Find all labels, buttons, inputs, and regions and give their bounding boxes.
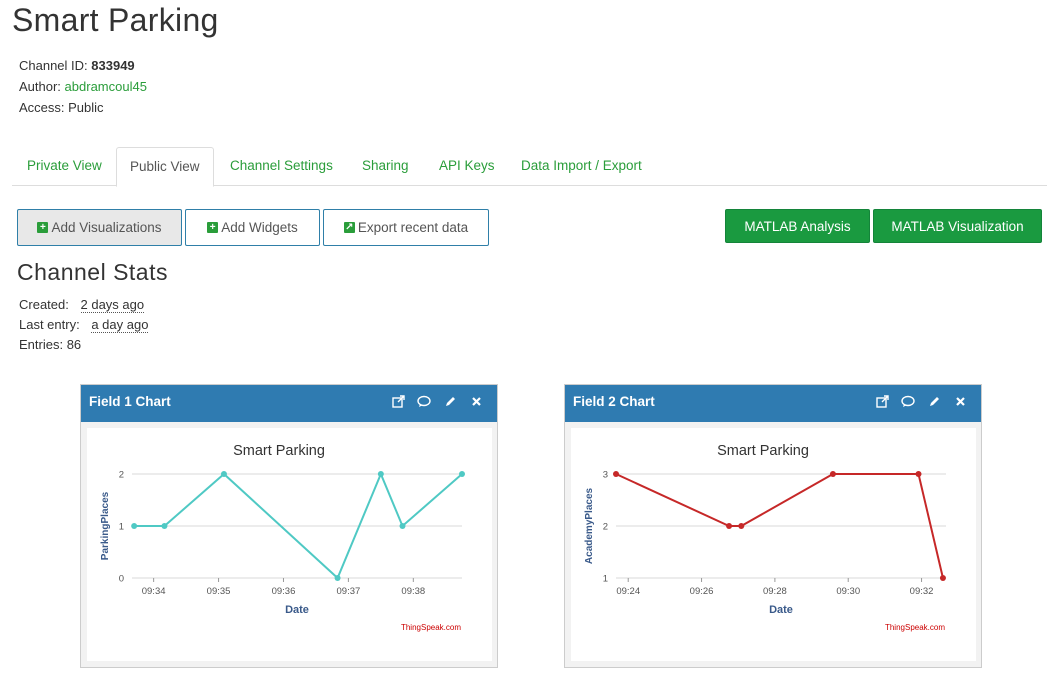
- tab-private-view[interactable]: Private View: [27, 147, 102, 186]
- x-tick-label: 09:38: [401, 586, 425, 597]
- tab-data-import-export[interactable]: Data Import / Export: [521, 147, 642, 186]
- created-row: Created: 2 days ago: [19, 295, 148, 315]
- y-tick-label: 2: [603, 522, 608, 533]
- channel-stats: Created: 2 days ago Last entry: a day ag…: [19, 295, 149, 355]
- chart-title: Smart Parking: [717, 443, 809, 459]
- pencil-icon[interactable]: [443, 395, 457, 409]
- tab-sharing[interactable]: Sharing: [362, 147, 409, 186]
- chart-title: Smart Parking: [233, 443, 325, 459]
- add-widgets-label: Add Widgets: [221, 220, 298, 235]
- x-tick-label: 09:36: [272, 586, 296, 597]
- x-axis-label: Date: [769, 604, 793, 616]
- plus-icon: +: [207, 222, 219, 233]
- y-tick-label: 2: [119, 470, 124, 481]
- data-point: [915, 471, 922, 477]
- field-1-chart: Smart Parking 0 1 2 09:34 09:35 09:36 09:37 09:3…: [100, 443, 465, 632]
- chart-area: Smart Parking 1 2 3 09:24 09:26 09:28 09:30 09:3…: [571, 428, 976, 661]
- x-tick-label: 09:37: [337, 586, 361, 597]
- close-icon[interactable]: [953, 395, 967, 409]
- data-point: [829, 471, 836, 477]
- data-point: [726, 523, 733, 529]
- author-label: Author:: [19, 79, 61, 94]
- export-recent-data-label: Export recent data: [357, 220, 469, 235]
- page-title: Smart Parking: [12, 2, 219, 38]
- access-row: Access: Public: [19, 97, 147, 118]
- access-label: Access:: [19, 100, 65, 115]
- y-tick-label: 3: [603, 470, 608, 481]
- author-row: Author: abdramcoul45: [19, 76, 147, 97]
- created-label: Created:: [19, 297, 69, 312]
- data-point: [613, 471, 619, 477]
- data-point: [161, 523, 168, 529]
- panel-actions: [391, 385, 483, 418]
- external-link-icon[interactable]: [391, 395, 405, 409]
- matlab-visualization-button[interactable]: MATLAB Visualization: [873, 209, 1042, 243]
- tab-channel-settings[interactable]: Channel Settings: [230, 147, 333, 186]
- x-tick-label: 09:30: [836, 586, 860, 597]
- data-point: [939, 575, 946, 581]
- tab-api-keys[interactable]: API Keys: [439, 147, 495, 186]
- data-point: [377, 471, 384, 477]
- field-2-chart: Smart Parking 1 2 3 09:24 09:26 09:28 09:30 09:3…: [584, 443, 946, 632]
- x-tick-label: 09:34: [142, 586, 166, 597]
- x-tick-label: 09:28: [763, 586, 787, 597]
- panel-title: Field 1 Chart: [89, 394, 171, 409]
- close-icon[interactable]: [469, 395, 483, 409]
- export-icon: ↗: [343, 222, 355, 233]
- tab-public-view[interactable]: Public View: [116, 147, 214, 187]
- data-point: [131, 523, 138, 529]
- channel-tabs: Private View Public View Channel Setting…: [12, 147, 1047, 187]
- x-tick-label: 09:24: [616, 586, 640, 597]
- data-point: [399, 523, 406, 529]
- last-entry-row: Last entry: a day ago: [19, 315, 149, 335]
- entries-label: Entries:: [19, 337, 64, 352]
- last-entry-label: Last entry:: [19, 317, 80, 332]
- channel-meta: Channel ID: 833949 Author: abdramcoul45 …: [19, 55, 147, 118]
- add-widgets-button[interactable]: + Add Widgets: [185, 209, 320, 246]
- channel-id-label: Channel ID:: [19, 58, 88, 73]
- y-axis-label: ParkingPlaces: [100, 491, 111, 560]
- y-axis-label: AcademyPlaces: [584, 487, 595, 564]
- plus-icon: +: [37, 222, 49, 233]
- data-point: [334, 575, 341, 581]
- x-axis-label: Date: [285, 604, 309, 616]
- last-entry-value: a day ago: [91, 317, 149, 333]
- comment-icon[interactable]: [901, 395, 915, 409]
- chart-area: Smart Parking 0 1 2 09:34 09:35 09:36 09:37 09:3…: [87, 428, 492, 661]
- data-point: [738, 523, 745, 529]
- thingspeak-credit: ThingSpeak.com: [401, 623, 461, 632]
- data-point: [220, 471, 227, 477]
- channel-id-value: 833949: [91, 58, 135, 73]
- channel-id-row: Channel ID: 833949: [19, 55, 147, 76]
- author-link[interactable]: abdramcoul45: [65, 79, 147, 94]
- add-visualizations-button[interactable]: + Add Visualizations: [17, 209, 182, 246]
- access-value: Public: [68, 100, 104, 115]
- data-point: [459, 471, 465, 477]
- external-link-icon[interactable]: [875, 395, 889, 409]
- comment-icon[interactable]: [417, 395, 431, 409]
- y-tick-label: 1: [119, 522, 124, 533]
- field-2-chart-panel: Field 2 Chart Smart Parking 1 2 3 09:24 09:26…: [564, 384, 982, 668]
- panel-title: Field 2 Chart: [573, 394, 655, 409]
- export-recent-data-button[interactable]: ↗ Export recent data: [323, 209, 489, 246]
- panel-header: Field 2 Chart: [565, 385, 981, 422]
- entries-value: 86: [66, 337, 82, 352]
- y-tick-label: 1: [603, 574, 608, 585]
- matlab-analysis-button[interactable]: MATLAB Analysis: [725, 209, 870, 243]
- pencil-icon[interactable]: [927, 395, 941, 409]
- channel-stats-title: Channel Stats: [17, 259, 168, 285]
- add-visualizations-label: Add Visualizations: [51, 220, 162, 235]
- panel-header: Field 1 Chart: [81, 385, 497, 422]
- x-tick-label: 09:32: [910, 586, 934, 597]
- entries-row: Entries: 86: [19, 335, 148, 355]
- x-tick-label: 09:26: [690, 586, 714, 597]
- field-1-chart-panel: Field 1 Chart Smart Parking 0 1 2 09:34 09:35…: [80, 384, 498, 668]
- thingspeak-credit: ThingSpeak.com: [885, 623, 945, 632]
- x-tick-label: 09:35: [207, 586, 231, 597]
- created-value: 2 days ago: [80, 297, 145, 313]
- y-tick-label: 0: [119, 574, 124, 585]
- panel-actions: [875, 385, 967, 418]
